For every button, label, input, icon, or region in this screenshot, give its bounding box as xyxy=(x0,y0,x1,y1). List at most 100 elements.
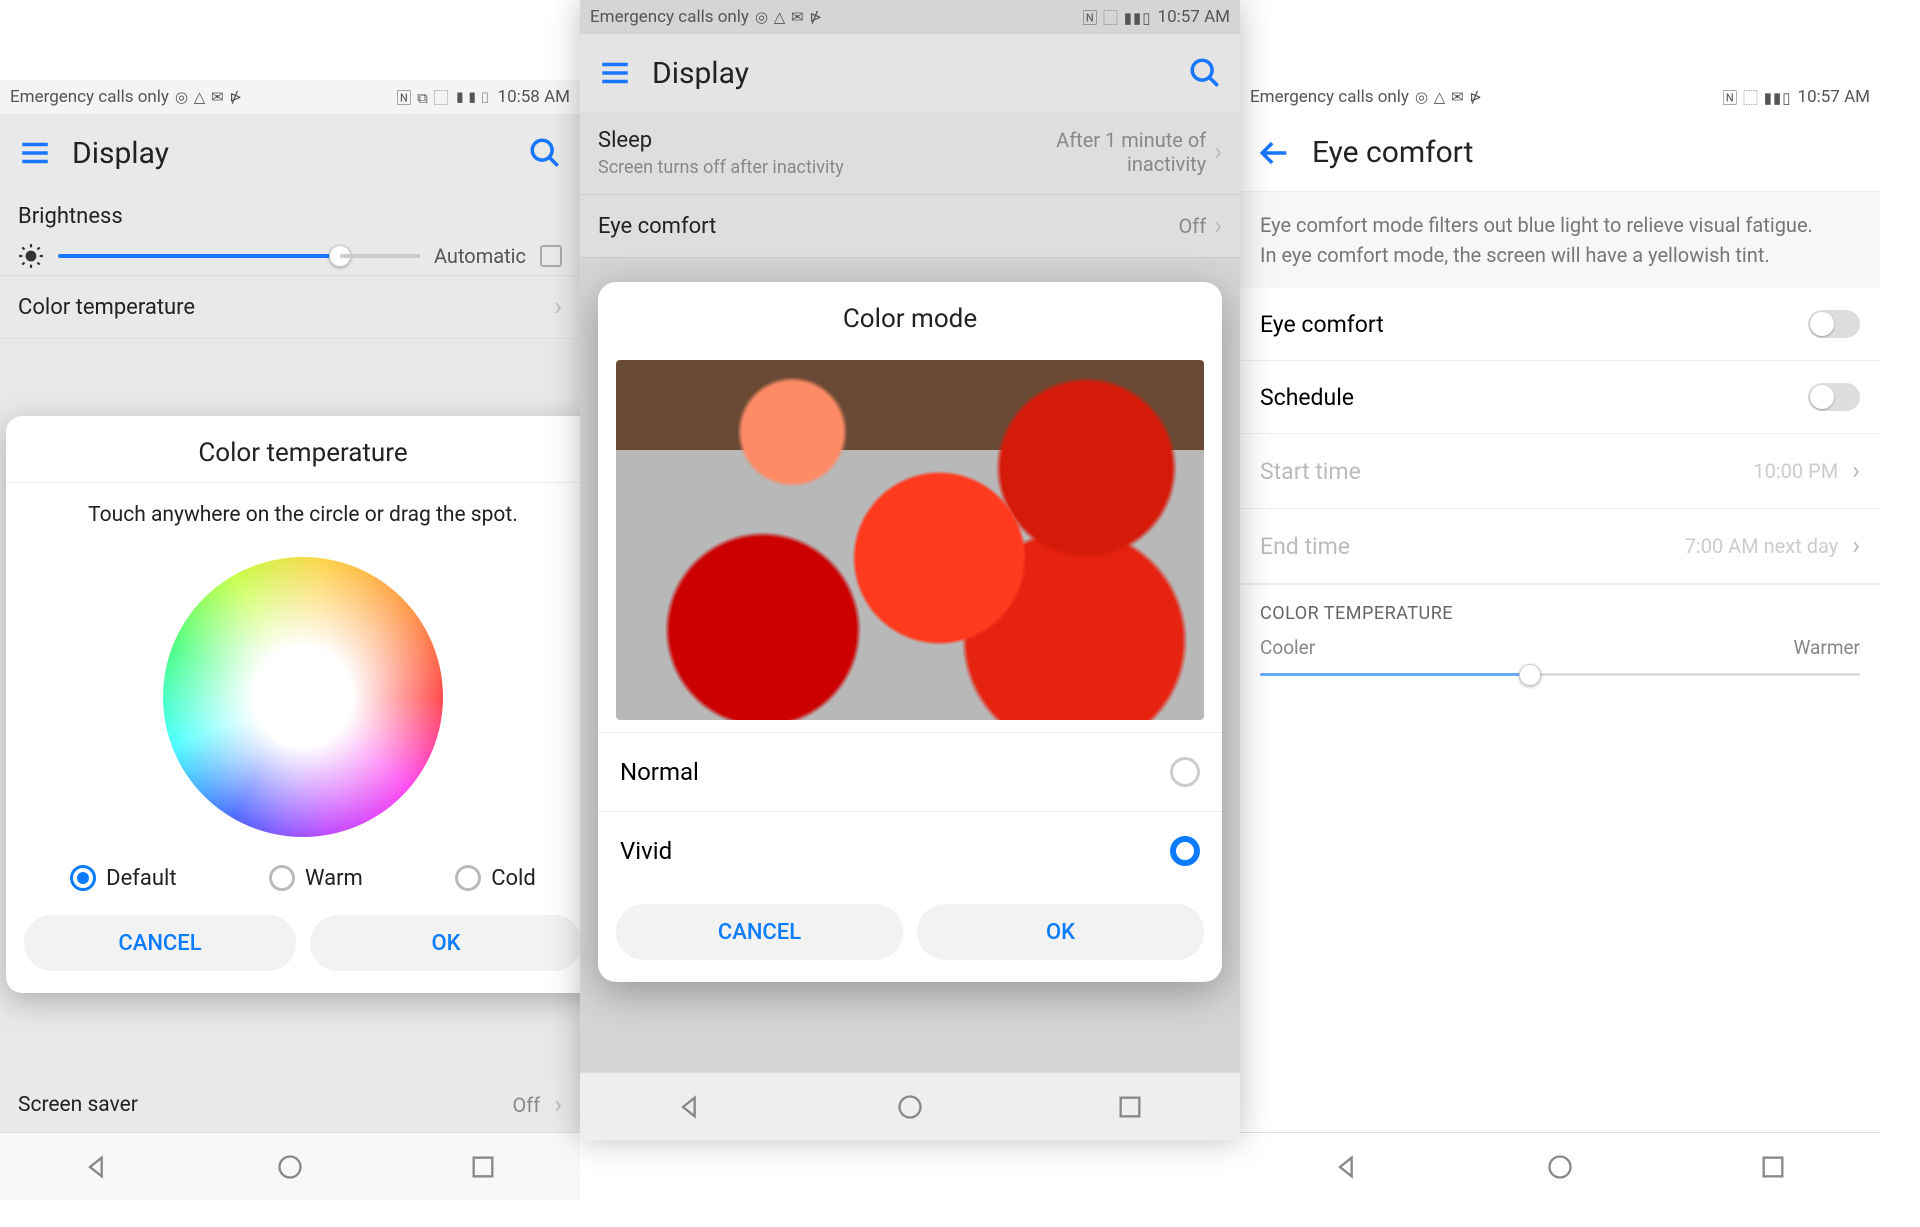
cancel-button[interactable]: CANCEL xyxy=(616,904,903,960)
toggle-switch[interactable] xyxy=(1808,383,1860,411)
radio-icon xyxy=(70,865,96,891)
status-bar: Emergency calls only ◎ △ ✉ ⋫ 🄽 ⬚ ▮▮▯ 10:… xyxy=(580,0,1240,34)
start-time-label: Start time xyxy=(1260,458,1361,485)
nav-back-icon[interactable] xyxy=(1333,1153,1361,1181)
start-time-row: Start time 10:00 PM › xyxy=(1240,434,1880,509)
phone-right: Emergency calls only ◎ △ ✉ ⋫ 🄽 ⬚ ▮▮▯ 10:… xyxy=(1240,80,1880,1200)
end-time-label: End time xyxy=(1260,533,1350,560)
preset-cold[interactable]: Cold xyxy=(455,865,536,891)
status-time: 10:58 AM xyxy=(498,87,570,107)
radio-icon xyxy=(1170,836,1200,866)
screen-saver-value: Off xyxy=(513,1093,541,1117)
preset-cold-label: Cold xyxy=(491,866,536,891)
ok-button[interactable]: OK xyxy=(917,904,1204,960)
cooler-label: Cooler xyxy=(1260,636,1315,659)
chevron-right-icon: › xyxy=(1852,531,1860,561)
nav-back-icon[interactable] xyxy=(83,1153,111,1181)
back-arrow-icon[interactable] xyxy=(1258,136,1292,170)
carrier-text: Emergency calls only xyxy=(10,87,169,107)
search-icon[interactable] xyxy=(528,136,562,170)
brightness-section: Brightness Automatic xyxy=(0,192,580,276)
status-icons-left: ◎ △ ✉ ⋫ xyxy=(1415,88,1483,106)
menu-icon[interactable] xyxy=(18,136,52,170)
nav-recent-icon[interactable] xyxy=(1759,1153,1787,1181)
auto-brightness-label: Automatic xyxy=(434,244,526,268)
color-mode-dialog: Color mode Normal Vivid CANCEL OK xyxy=(598,282,1222,982)
status-icons-right: 🄽 ⧉ ⬚ ▮▮▯ xyxy=(396,87,491,108)
preset-warm[interactable]: Warm xyxy=(269,865,363,891)
nav-recent-icon[interactable] xyxy=(1116,1093,1144,1121)
status-bar: Emergency calls only ◎ △ ✉ ⋫ 🄽 ⧉ ⬚ ▮▮▯ 1… xyxy=(0,80,580,114)
dialog-subtitle: Touch anywhere on the circle or drag the… xyxy=(6,483,580,547)
page-title: Display xyxy=(72,136,508,171)
radio-icon xyxy=(269,865,295,891)
cancel-button[interactable]: CANCEL xyxy=(24,915,296,971)
nav-bar xyxy=(1240,1132,1880,1200)
screen-saver-label: Screen saver xyxy=(18,1093,138,1117)
sun-icon xyxy=(18,243,44,269)
nav-home-icon[interactable] xyxy=(1546,1153,1574,1181)
phone-center: Emergency calls only ◎ △ ✉ ⋫ 🄽 ⬚ ▮▮▯ 10:… xyxy=(580,0,1240,1140)
color-mode-preview-image xyxy=(616,360,1204,720)
menu-icon[interactable] xyxy=(598,56,632,90)
option-vivid[interactable]: Vivid xyxy=(598,811,1222,890)
schedule-label: Schedule xyxy=(1260,384,1354,411)
status-icons-left: ◎ △ ✉ ⋫ xyxy=(175,88,243,106)
color-temperature-slider-section: Cooler Warmer xyxy=(1240,632,1880,696)
chevron-right-icon: › xyxy=(554,292,562,322)
nav-home-icon[interactable] xyxy=(896,1093,924,1121)
toggle-switch[interactable] xyxy=(1808,310,1860,338)
brightness-slider[interactable] xyxy=(58,254,420,258)
nav-home-icon[interactable] xyxy=(276,1153,304,1181)
ok-button[interactable]: OK xyxy=(310,915,580,971)
eye-comfort-toggle-row[interactable]: Eye comfort xyxy=(1240,288,1880,361)
color-wheel[interactable] xyxy=(163,557,443,837)
eye-comfort-row[interactable]: Eye comfort Off › xyxy=(580,195,1240,258)
phone-left: Emergency calls only ◎ △ ✉ ⋫ 🄽 ⧉ ⬚ ▮▮▯ 1… xyxy=(0,80,580,1200)
screen-saver-row[interactable]: Screen saver Off › xyxy=(0,1078,580,1132)
warmer-label: Warmer xyxy=(1794,636,1861,659)
sleep-sub: Screen turns off after inactivity xyxy=(598,157,844,178)
option-normal[interactable]: Normal xyxy=(598,732,1222,811)
temperature-slider[interactable] xyxy=(1260,673,1860,676)
status-icons-left: ◎ △ ✉ ⋫ xyxy=(755,8,823,26)
color-temperature-row[interactable]: Color temperature › xyxy=(0,276,580,339)
nav-back-icon[interactable] xyxy=(676,1093,704,1121)
sleep-row[interactable]: Sleep Screen turns off after inactivity … xyxy=(580,112,1240,195)
status-icons-right: 🄽 ⬚ ▮▮▯ xyxy=(1082,7,1151,28)
schedule-toggle-row[interactable]: Schedule xyxy=(1240,361,1880,434)
radio-icon xyxy=(1170,757,1200,787)
section-color-temperature: COLOR TEMPERATURE xyxy=(1240,584,1880,632)
search-icon[interactable] xyxy=(1188,56,1222,90)
page-title: Display xyxy=(652,56,1168,91)
sleep-value: After 1 minute of inactivity xyxy=(1026,128,1206,176)
chevron-right-icon: › xyxy=(1852,456,1860,486)
chevron-right-icon: › xyxy=(1214,211,1222,241)
preset-warm-label: Warm xyxy=(305,866,363,891)
auto-brightness-checkbox[interactable] xyxy=(540,245,562,267)
option-vivid-label: Vivid xyxy=(620,837,672,865)
eye-comfort-value: Off xyxy=(1179,214,1207,238)
brightness-label: Brightness xyxy=(18,204,562,229)
start-time-value: 10:00 PM xyxy=(1753,459,1838,483)
preset-default-label: Default xyxy=(106,866,176,891)
color-temperature-label: Color temperature xyxy=(18,295,195,320)
temperature-presets: Default Warm Cold xyxy=(6,857,580,909)
status-icons-right: 🄽 ⬚ ▮▮▯ xyxy=(1722,87,1791,108)
preset-default[interactable]: Default xyxy=(70,865,176,891)
carrier-text: Emergency calls only xyxy=(590,7,749,27)
eye-comfort-label: Eye comfort xyxy=(1260,311,1384,338)
description-text: Eye comfort mode filters out blue light … xyxy=(1240,192,1880,288)
chevron-right-icon: › xyxy=(1214,137,1222,167)
end-time-value: 7:00 AM next day xyxy=(1685,534,1839,558)
dialog-title: Color temperature xyxy=(6,416,580,483)
color-wheel-spot[interactable] xyxy=(292,686,314,708)
status-bar: Emergency calls only ◎ △ ✉ ⋫ 🄽 ⬚ ▮▮▯ 10:… xyxy=(1240,80,1880,114)
app-bar: Display xyxy=(0,114,580,192)
sleep-label: Sleep xyxy=(598,128,844,153)
chevron-right-icon: › xyxy=(554,1090,562,1120)
nav-recent-icon[interactable] xyxy=(469,1153,497,1181)
option-normal-label: Normal xyxy=(620,758,699,786)
page-title: Eye comfort xyxy=(1312,135,1862,170)
carrier-text: Emergency calls only xyxy=(1250,87,1409,107)
